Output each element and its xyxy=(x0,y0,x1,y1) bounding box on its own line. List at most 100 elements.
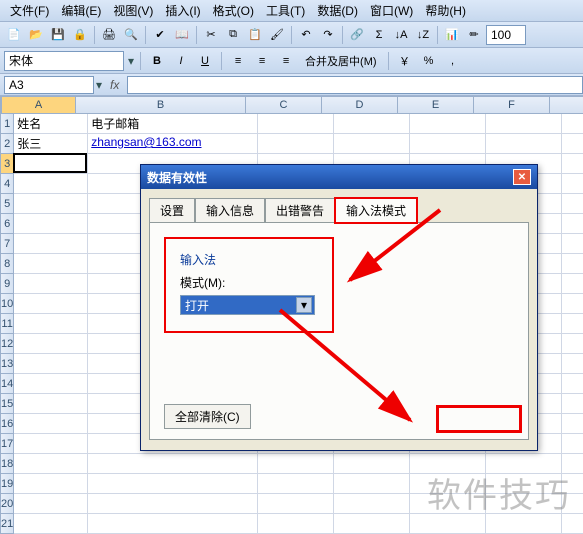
row-header[interactable]: 7 xyxy=(0,234,14,254)
currency-icon[interactable]: ￥ xyxy=(395,51,415,71)
cell[interactable] xyxy=(562,374,583,394)
cell[interactable] xyxy=(258,454,334,474)
cell[interactable] xyxy=(334,134,410,154)
menu-data[interactable]: 数据(D) xyxy=(311,0,364,21)
cell[interactable] xyxy=(14,494,88,514)
menu-tools[interactable]: 工具(T) xyxy=(260,0,311,21)
row-header[interactable]: 2 xyxy=(0,134,14,154)
open-icon[interactable]: 📂 xyxy=(26,25,46,45)
cell[interactable] xyxy=(14,234,88,254)
cell[interactable] xyxy=(14,254,88,274)
paste-icon[interactable]: 📋 xyxy=(245,25,265,45)
cell[interactable] xyxy=(14,354,88,374)
cell[interactable] xyxy=(14,454,88,474)
column-header[interactable]: A xyxy=(2,96,76,114)
cell[interactable] xyxy=(14,414,88,434)
save-icon[interactable]: 💾 xyxy=(48,25,68,45)
align-left-icon[interactable]: ≡ xyxy=(228,51,248,71)
cell[interactable] xyxy=(14,274,88,294)
autosum-icon[interactable]: Σ xyxy=(369,25,389,45)
italic-button[interactable]: I xyxy=(171,51,191,71)
cell[interactable] xyxy=(562,134,583,154)
row-header[interactable]: 13 xyxy=(0,354,14,374)
print-icon[interactable]: 🖨 xyxy=(99,25,119,45)
cell[interactable] xyxy=(334,474,410,494)
cell[interactable] xyxy=(562,414,583,434)
format-painter-icon[interactable]: 🖌 xyxy=(267,25,287,45)
undo-icon[interactable]: ↶ xyxy=(296,25,316,45)
align-right-icon[interactable]: ≡ xyxy=(276,51,296,71)
comma-icon[interactable]: , xyxy=(443,51,463,71)
zoom-input[interactable] xyxy=(486,25,526,45)
row-header[interactable]: 10 xyxy=(0,294,14,314)
cell[interactable] xyxy=(334,494,410,514)
chevron-down-icon[interactable]: ▾ xyxy=(96,78,102,92)
cell[interactable] xyxy=(258,134,334,154)
row-header[interactable]: 6 xyxy=(0,214,14,234)
chart-icon[interactable]: 📊 xyxy=(442,25,462,45)
row-header[interactable]: 21 xyxy=(0,514,14,534)
tab-settings[interactable]: 设置 xyxy=(149,198,195,223)
cell[interactable] xyxy=(562,314,583,334)
cell[interactable] xyxy=(14,514,88,534)
cell[interactable] xyxy=(562,514,583,534)
cell[interactable] xyxy=(562,194,583,214)
cut-icon[interactable]: ✂ xyxy=(201,25,221,45)
cell[interactable] xyxy=(88,494,258,514)
cell[interactable] xyxy=(562,254,583,274)
cell[interactable]: zhangsan@163.com xyxy=(88,134,258,154)
row-header[interactable]: 1 xyxy=(0,114,14,134)
row-header[interactable]: 12 xyxy=(0,334,14,354)
menu-window[interactable]: 窗口(W) xyxy=(364,0,419,21)
permission-icon[interactable]: 🔒 xyxy=(70,25,90,45)
cell[interactable] xyxy=(486,114,562,134)
chevron-down-icon[interactable]: ▾ xyxy=(128,54,134,68)
column-header[interactable]: B xyxy=(76,96,246,114)
fx-icon[interactable]: fx xyxy=(110,78,119,92)
menu-format[interactable]: 格式(O) xyxy=(207,0,260,21)
sort-desc-icon[interactable]: ↓Z xyxy=(413,25,433,45)
underline-button[interactable]: U xyxy=(195,51,215,71)
chevron-down-icon[interactable]: ▾ xyxy=(296,297,312,313)
cell[interactable] xyxy=(562,114,583,134)
row-header[interactable]: 20 xyxy=(0,494,14,514)
cell[interactable] xyxy=(14,174,88,194)
cell[interactable] xyxy=(334,514,410,534)
redo-icon[interactable]: ↷ xyxy=(318,25,338,45)
cell[interactable] xyxy=(562,354,583,374)
column-header[interactable]: C xyxy=(246,96,322,114)
cell[interactable] xyxy=(334,114,410,134)
hyperlink-icon[interactable]: 🔗 xyxy=(347,25,367,45)
cell[interactable] xyxy=(14,434,88,454)
cell[interactable] xyxy=(14,394,88,414)
menu-file[interactable]: 文件(F) xyxy=(4,0,55,21)
row-header[interactable]: 19 xyxy=(0,474,14,494)
tab-ime-mode[interactable]: 输入法模式 xyxy=(335,198,417,223)
formula-bar[interactable] xyxy=(127,76,583,94)
cell[interactable] xyxy=(14,194,88,214)
cell[interactable] xyxy=(14,294,88,314)
cell[interactable] xyxy=(14,314,88,334)
dialog-titlebar[interactable]: 数据有效性 ✕ xyxy=(141,165,537,189)
mode-select[interactable]: 打开 ▾ xyxy=(180,295,315,315)
cell[interactable] xyxy=(562,234,583,254)
preview-icon[interactable]: 🔍 xyxy=(121,25,141,45)
cell[interactable] xyxy=(14,214,88,234)
sort-asc-icon[interactable]: ↓A xyxy=(391,25,411,45)
column-header[interactable]: F xyxy=(474,96,550,114)
column-header[interactable]: E xyxy=(398,96,474,114)
cell[interactable] xyxy=(562,174,583,194)
clear-all-button[interactable]: 全部清除(C) xyxy=(164,404,251,429)
row-header[interactable]: 18 xyxy=(0,454,14,474)
cell[interactable] xyxy=(562,394,583,414)
cell[interactable] xyxy=(410,114,486,134)
drawing-icon[interactable]: ✏ xyxy=(464,25,484,45)
cell[interactable] xyxy=(562,214,583,234)
cell[interactable] xyxy=(486,134,562,154)
row-header[interactable]: 3 xyxy=(0,154,14,174)
cell[interactable] xyxy=(562,154,583,174)
cell[interactable] xyxy=(486,514,562,534)
align-center-icon[interactable]: ≡ xyxy=(252,51,272,71)
column-header[interactable]: D xyxy=(322,96,398,114)
percent-icon[interactable]: % xyxy=(419,51,439,71)
